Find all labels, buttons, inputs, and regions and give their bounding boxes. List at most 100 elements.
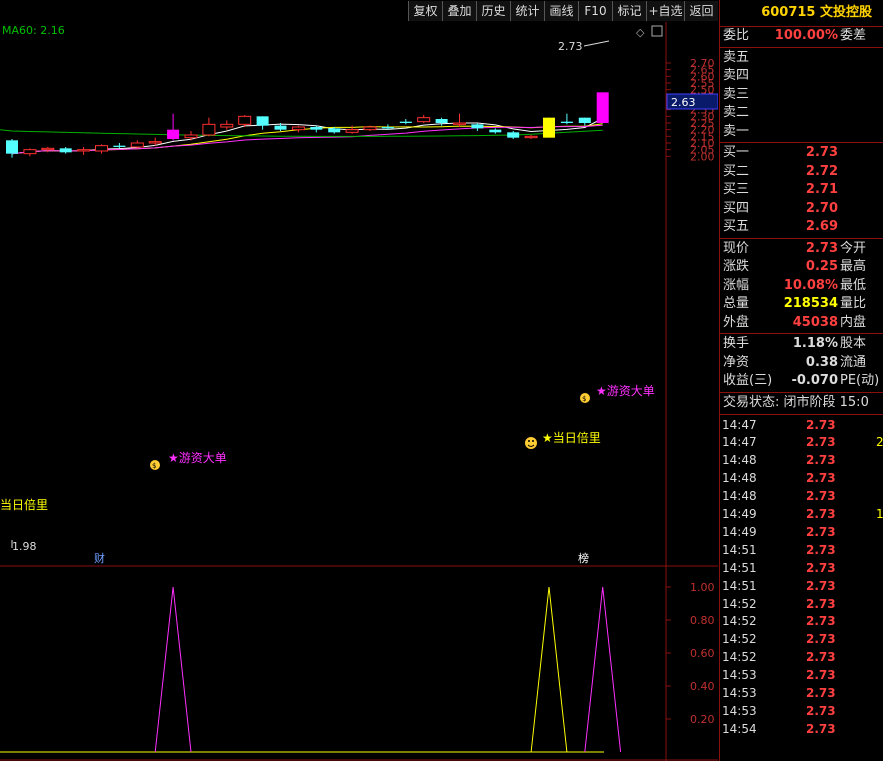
- tick-time: 14:52: [722, 614, 757, 629]
- tick-row: 14:47 2.73 2: [720, 433, 883, 451]
- quote-row-label2: 今开: [840, 240, 867, 256]
- tick-price: 2.73: [806, 578, 836, 593]
- candle-body-up: [148, 141, 162, 144]
- toolbar-button-1[interactable]: 叠加: [442, 1, 476, 21]
- quote-row-label: 买三: [723, 182, 750, 197]
- tick-time: 14:52: [722, 650, 757, 665]
- quote-row-value: 2.73: [805, 145, 838, 160]
- tick-row: 14:53 2.73: [720, 684, 883, 702]
- quote-row-label: 卖四: [723, 68, 750, 83]
- quote-row-label: 涨跌: [723, 259, 750, 274]
- tick-row: 14:49 2.73 1: [720, 505, 883, 523]
- sub-tick-label: 0.20: [690, 713, 715, 726]
- toolbar-button-2[interactable]: 历史: [476, 1, 510, 21]
- kline-chart[interactable]: 2.702.652.602.552.502.452.402.352.302.25…: [0, 22, 718, 761]
- quote-row: 买三 2.71: [720, 181, 883, 199]
- candle-body-up: [41, 147, 55, 151]
- svg-text:$: $: [582, 395, 586, 403]
- svg-text:$: $: [152, 462, 156, 470]
- low-price-label: 1.98: [12, 540, 37, 553]
- tick-row: 14:47 2.73: [720, 416, 883, 434]
- chart-toolbar: 复权 叠加 历史 统计 画线 F10 标记 +自选 返回: [0, 0, 718, 22]
- quote-row-value: -0.070: [791, 373, 838, 388]
- stock-title: 600715 文投控股: [720, 0, 883, 26]
- quote-row-value: 0.25: [805, 259, 838, 274]
- quote-panel: 600715 文投控股 委比 100.00% 委差 卖五 卖四 卖三 卖二 卖一 买一 2.73 买…: [719, 0, 883, 761]
- candle-body-up: [184, 134, 198, 139]
- quote-row-label2: 最低: [840, 277, 867, 293]
- quote-row-value: 218534: [783, 296, 838, 311]
- quote-row-label: 净资: [723, 354, 750, 370]
- tick-price: 2.73: [806, 507, 836, 521]
- sub-tick-label: 0.40: [690, 680, 715, 693]
- candle-body-highlight: [596, 92, 609, 123]
- tick-time: 14:53: [722, 703, 757, 718]
- tick-volume: 2: [876, 435, 883, 450]
- tick-time: 14:49: [722, 507, 757, 521]
- candle-body-up: [417, 117, 431, 123]
- quote-row: 换手 1.18% 股本: [720, 335, 883, 353]
- signal-label-3: ★游资大单: [596, 384, 655, 398]
- money-bag-icon: $: [580, 393, 590, 403]
- candle-body-up: [238, 115, 252, 125]
- tick-price: 2.73: [806, 435, 836, 450]
- candle-body-down: [381, 126, 394, 129]
- toolbar-button-6[interactable]: 标记: [612, 1, 646, 21]
- quote-row-value: 2.73: [805, 240, 838, 256]
- quote-row-label: 买四: [723, 200, 750, 216]
- tick-row: 14:52 2.73: [720, 595, 883, 613]
- candle-body-down: [59, 148, 72, 153]
- candle-body-down: [6, 140, 18, 154]
- tick-volume: 1: [876, 507, 883, 521]
- toolbar-button-3[interactable]: 统计: [510, 1, 544, 21]
- toolbar-button-7[interactable]: +自选: [646, 1, 684, 21]
- quote-row-value: 2.72: [805, 163, 838, 179]
- toolbar-button-8[interactable]: 返回: [684, 1, 718, 21]
- quote-row-value: 2.71: [805, 182, 838, 197]
- candle-body-down: [560, 121, 573, 123]
- candle-body-up: [202, 123, 216, 136]
- candle-body-down: [399, 121, 412, 123]
- tick-row: 14:51 2.73: [720, 577, 883, 595]
- quote-row-label2: 最高: [840, 259, 867, 274]
- marker-cai[interactable]: 财: [94, 551, 105, 565]
- diamond-icon[interactable]: ◇: [636, 26, 645, 39]
- candle-body-up: [23, 149, 37, 155]
- current-price-marker: 2.63: [671, 96, 696, 109]
- sub-tick-label: 1.00: [690, 581, 715, 594]
- quote-row: 涨幅 10.08% 最低: [720, 277, 883, 295]
- tick-price: 2.73: [806, 417, 836, 432]
- quote-row: 买二 2.72: [720, 163, 883, 181]
- tick-time: 14:51: [722, 578, 757, 593]
- marker-bang[interactable]: 榜: [578, 551, 589, 565]
- tick-price: 2.73: [806, 560, 836, 575]
- quote-row-label: 卖二: [723, 105, 750, 120]
- candle-body-down: [256, 116, 269, 126]
- smiley-icon: [525, 437, 537, 449]
- tick-time: 14:53: [722, 668, 757, 683]
- quote-row-value: 1.18%: [792, 336, 838, 351]
- candle-body-down: [310, 126, 323, 130]
- tick-price: 2.73: [806, 668, 836, 683]
- quote-row: 买一 2.73: [720, 144, 883, 162]
- quote-row: 收益(三) -0.070 PE(动): [720, 372, 883, 390]
- signal-label-left: 当日倍里: [0, 497, 48, 512]
- tick-price: 2.73: [806, 489, 836, 504]
- quote-row: 外盘 45038 内盘: [720, 314, 883, 332]
- tick-row: 14:49 2.73: [720, 523, 883, 541]
- quote-row: 买四 2.70: [720, 200, 883, 218]
- candle-body-up: [220, 123, 234, 128]
- quote-row-label: 买一: [723, 145, 750, 160]
- tick-row: 14:52 2.73: [720, 612, 883, 630]
- quote-row-label: 换手: [723, 336, 750, 351]
- quote-row-label2: 股本: [840, 336, 867, 351]
- toolbar-button-5[interactable]: F10: [578, 1, 612, 21]
- quote-row: 总量 218534 量比: [720, 295, 883, 313]
- toolbar-button-0[interactable]: 复权: [408, 1, 442, 21]
- tick-row: 14:52 2.73: [720, 648, 883, 666]
- quote-row-label: 收益(三): [723, 373, 773, 388]
- tick-price: 2.73: [806, 524, 836, 539]
- toolbar-button-4[interactable]: 画线: [544, 1, 578, 21]
- quote-row-label2: PE(动): [840, 373, 880, 388]
- tick-time: 14:52: [722, 632, 757, 647]
